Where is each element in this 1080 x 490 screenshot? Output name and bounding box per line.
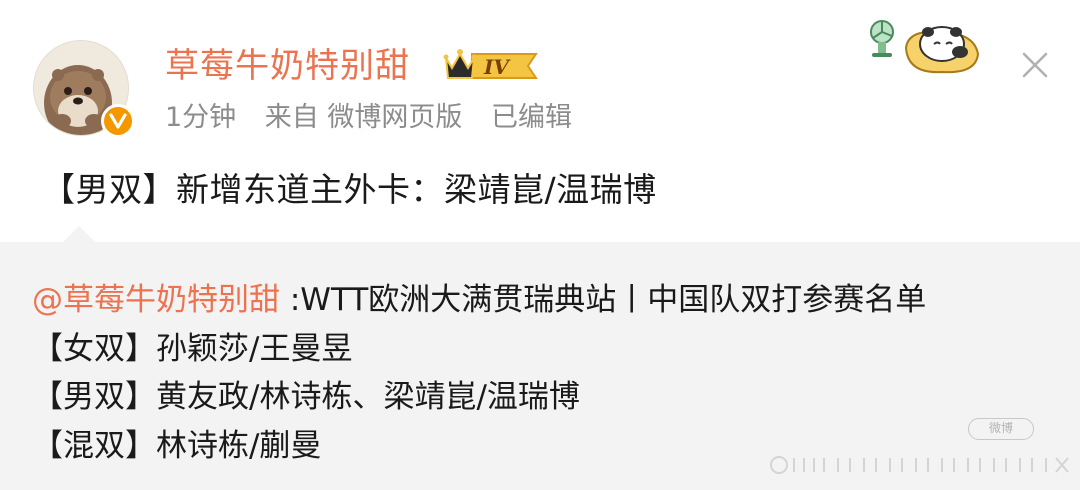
repost-body: @草莓牛奶特别甜 :WTT欧洲大满贯瑞典站丨中国队双打参赛名单 【女双】孙颖莎/… (32, 276, 926, 470)
repost-title: :WTT欧洲大满贯瑞典站丨中国队双打参赛名单 (280, 282, 927, 318)
edited-label[interactable]: 已编辑 (491, 102, 572, 133)
post-time: 1分钟 (165, 102, 237, 133)
watermark-badge: 微博 (968, 418, 1034, 440)
close-icon[interactable] (1018, 48, 1052, 82)
repost-line-mens-doubles: 【男双】黄友政/林诗栋、梁靖崑/温瑞博 (32, 379, 580, 415)
repost-notch (62, 226, 96, 243)
sticker-icon (868, 8, 986, 78)
repost-line-womens-doubles: 【女双】孙颖莎/王曼昱 (32, 330, 353, 367)
vip-level: IV (483, 55, 511, 79)
avatar[interactable] (33, 40, 135, 140)
vip-crown-icon[interactable]: IV (442, 46, 540, 86)
post-text: 【男双】新增东道主外卡：梁靖崑/温瑞博 (42, 170, 657, 209)
post-source[interactable]: 来自 微博网页版 (265, 102, 463, 133)
repost-title-line: @草莓牛奶特别甜 :WTT欧洲大满贯瑞典站丨中国队双打参赛名单 (32, 276, 926, 325)
post-meta: 1分钟 来自 微博网页版 已编辑 (165, 98, 592, 138)
repost-mention[interactable]: @草莓牛奶特别甜 (32, 282, 280, 318)
username[interactable]: 草莓牛奶特别甜 (165, 42, 410, 90)
weibo-post-card: 草莓牛奶特别甜 IV 1分钟 来自 微博网页版 已编辑 【男双】新增东道主外卡：… (0, 0, 1080, 490)
watermark-text (768, 454, 1078, 476)
verified-icon (101, 104, 135, 138)
